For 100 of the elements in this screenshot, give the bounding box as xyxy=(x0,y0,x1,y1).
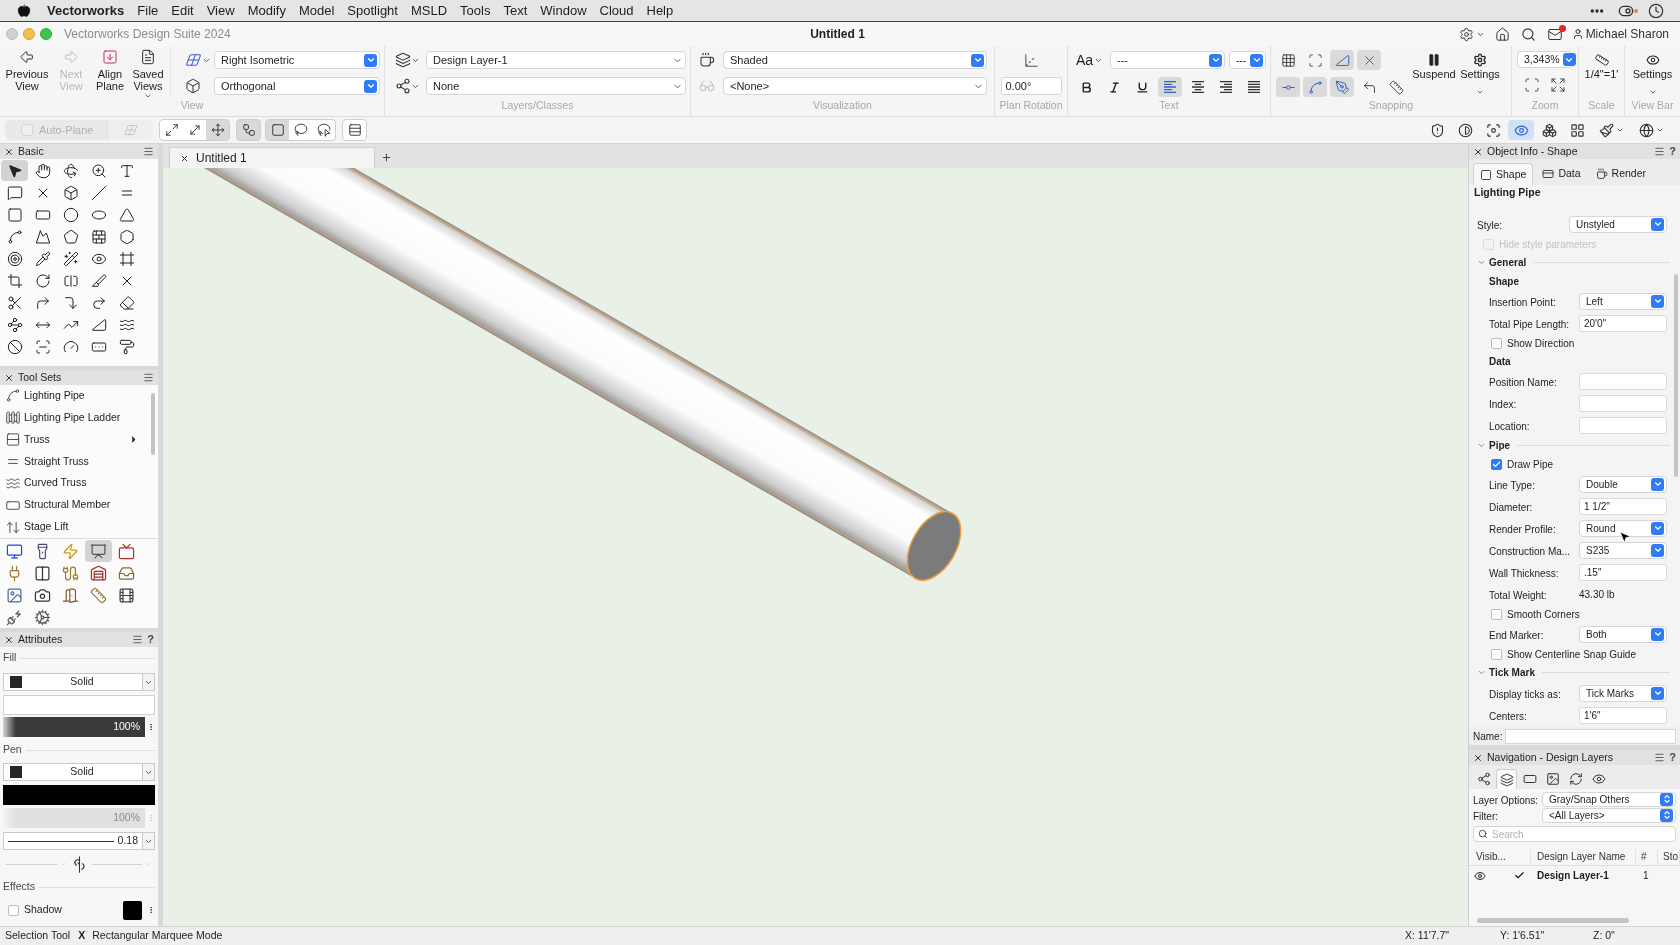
dropdown[interactable]: Round xyxy=(1579,519,1667,537)
zoom-button[interactable] xyxy=(40,28,52,40)
projection-dropdown[interactable]: Orthogonal xyxy=(214,77,380,95)
menu-item[interactable]: View xyxy=(206,0,235,21)
fill-style-dropdown[interactable]: Solid xyxy=(3,673,155,691)
text-field[interactable] xyxy=(1579,394,1667,412)
mode-button[interactable] xyxy=(206,120,229,140)
rotation-field[interactable]: 0.00° xyxy=(1000,77,1062,95)
close-icon[interactable] xyxy=(180,153,189,163)
panel-tab[interactable]: Shape xyxy=(1473,163,1534,185)
tool-set-button[interactable] xyxy=(85,540,112,562)
filter-dropdown[interactable]: <All Layers> xyxy=(1542,807,1676,823)
tool-set-item[interactable]: Lighting Pipe xyxy=(0,385,158,407)
text-field[interactable]: 1 1/2" xyxy=(1579,497,1667,515)
tool-set-item[interactable]: Straight Truss xyxy=(0,450,158,473)
text-field[interactable]: 1'6" xyxy=(1579,706,1667,724)
column-header[interactable]: Sto xyxy=(1663,851,1678,862)
close-icon[interactable] xyxy=(4,372,14,383)
toolbar-button[interactable]: Previous View xyxy=(3,46,51,97)
close-icon[interactable] xyxy=(1473,146,1483,157)
pen-color-field[interactable] xyxy=(3,785,155,805)
dropdown[interactable]: Both xyxy=(1579,625,1667,643)
dropdown[interactable]: Unstyled xyxy=(1569,215,1667,233)
scale-button[interactable]: 1/4"=1' xyxy=(1579,46,1624,97)
menu-item[interactable]: Text xyxy=(503,0,528,21)
mode-button[interactable] xyxy=(342,119,367,141)
layers-icon[interactable] xyxy=(395,52,411,68)
checkbox[interactable] xyxy=(8,904,19,916)
tool-set-item[interactable]: Structural Member xyxy=(0,494,158,517)
menu-item[interactable]: Modify xyxy=(247,0,286,21)
menu-item[interactable]: MSLD xyxy=(410,0,448,21)
text-field[interactable] xyxy=(1579,416,1667,434)
snap-button[interactable] xyxy=(1330,77,1354,97)
mode-button[interactable] xyxy=(236,119,261,141)
text-field[interactable] xyxy=(1579,372,1667,390)
user-icon[interactable] xyxy=(1571,28,1584,40)
mail-icon[interactable] xyxy=(1546,26,1563,42)
help-button[interactable]: ? xyxy=(147,632,154,647)
text-field[interactable]: .15" xyxy=(1579,563,1667,581)
home-icon[interactable] xyxy=(1494,26,1510,42)
dropdown[interactable]: S235 xyxy=(1579,541,1667,559)
checkbox[interactable] xyxy=(1491,648,1502,660)
snap-button[interactable] xyxy=(1357,50,1381,70)
scrollbar-thumb[interactable] xyxy=(1674,274,1678,477)
cube-icon[interactable] xyxy=(185,78,201,94)
mode-button[interactable] xyxy=(266,120,289,140)
font-dropdown[interactable]: --- xyxy=(1110,51,1225,69)
menu-item[interactable]: File xyxy=(137,0,159,21)
checkbox[interactable] xyxy=(1491,337,1502,349)
tool-button[interactable] xyxy=(1,160,28,181)
column-header[interactable]: Visib... xyxy=(1476,851,1506,862)
menu-icon[interactable] xyxy=(1654,146,1666,157)
menu-item[interactable]: Tools xyxy=(460,0,491,21)
close-icon[interactable] xyxy=(1473,752,1483,763)
close-icon[interactable] xyxy=(4,146,14,157)
dropdown[interactable]: Tick Marks xyxy=(1579,684,1667,702)
column-header[interactable]: # xyxy=(1641,851,1647,862)
user-name[interactable]: Michael Sharon xyxy=(1585,25,1669,43)
eye-icon[interactable] xyxy=(1474,869,1486,882)
layer-options-dropdown[interactable]: Gray/Snap Others xyxy=(1542,791,1676,807)
menu-item[interactable]: Help xyxy=(646,0,674,21)
tool-set-item[interactable]: Curved Truss xyxy=(0,472,158,495)
style-dropdown[interactable]: <None> xyxy=(723,77,987,95)
axes-icon[interactable] xyxy=(1022,51,1040,69)
shadow-color-swatch-icon[interactable] xyxy=(123,900,142,920)
search-icon[interactable] xyxy=(1520,26,1536,42)
tool-set-item[interactable]: Stage Lift xyxy=(0,516,158,538)
menu-icon[interactable] xyxy=(1654,752,1666,763)
name-field[interactable] xyxy=(1505,728,1676,744)
tool-set-item[interactable]: Truss xyxy=(0,428,158,451)
size-dropdown[interactable]: --- xyxy=(1229,51,1266,69)
clock-icon[interactable] xyxy=(1648,2,1664,19)
snap-settings-button[interactable]: Settings xyxy=(1459,46,1501,97)
share-nodes-icon[interactable] xyxy=(395,78,411,94)
expand-icon[interactable] xyxy=(1550,77,1566,93)
menu-item[interactable]: Spotlight xyxy=(347,0,398,21)
close-icon[interactable] xyxy=(4,634,14,645)
help-button[interactable]: ? xyxy=(1669,750,1676,765)
zoom-dropdown[interactable]: 3,343% xyxy=(1517,51,1573,68)
snap-button[interactable] xyxy=(1303,77,1327,97)
font-style-button[interactable]: Aa xyxy=(1076,49,1105,71)
tool-set-item[interactable]: Lighting Pipe Ladder xyxy=(0,406,158,429)
menu-item[interactable]: Window xyxy=(540,0,587,21)
view-bar-settings-button[interactable]: Settings xyxy=(1625,46,1680,97)
panel-tab[interactable]: Data xyxy=(1536,163,1587,185)
menu-item[interactable]: Cloud xyxy=(599,0,634,21)
toolbar-button[interactable]: Align Plane xyxy=(91,46,129,97)
document-tab[interactable]: Untitled 1 xyxy=(169,147,375,168)
menu-icon[interactable] xyxy=(143,372,154,383)
menu-icon[interactable] xyxy=(143,146,154,157)
help-button[interactable]: ? xyxy=(1669,144,1676,159)
snap-button[interactable] xyxy=(1330,50,1354,70)
dropdown[interactable]: Double xyxy=(1579,475,1667,493)
view-dropdown[interactable]: Right Isometric xyxy=(214,51,380,69)
text-field[interactable]: 20'0" xyxy=(1579,314,1667,332)
scrollbar-thumb[interactable] xyxy=(1477,918,1629,923)
checkbox[interactable] xyxy=(1491,458,1502,470)
render-mode-dropdown[interactable]: Shaded xyxy=(723,51,987,69)
dropdown[interactable]: Left xyxy=(1579,292,1667,310)
toolbar-button[interactable]: Saved Views xyxy=(129,46,167,97)
